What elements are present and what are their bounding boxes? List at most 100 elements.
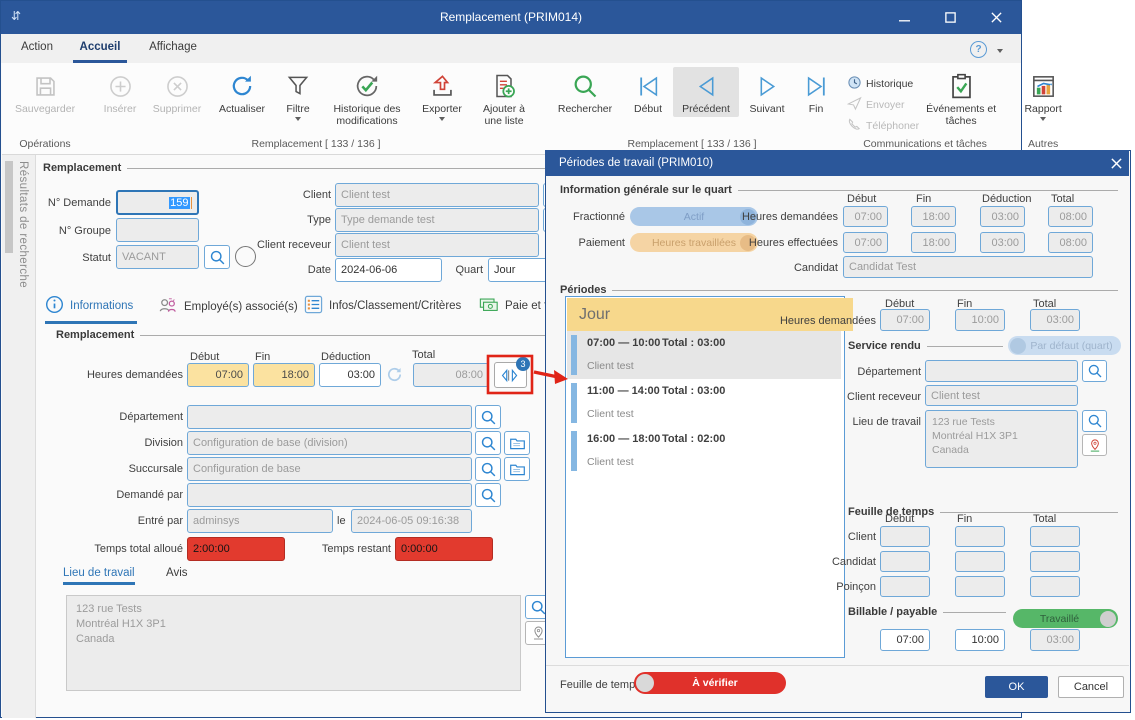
- delete-icon: [164, 69, 191, 103]
- statut-search-button[interactable]: [204, 245, 230, 269]
- le-label: le: [337, 515, 346, 527]
- toggle-knob: [1100, 611, 1116, 627]
- client-field: Client test: [335, 183, 539, 207]
- pd-total-field: 03:00: [1030, 309, 1080, 331]
- filter-button[interactable]: Filtre: [275, 67, 321, 123]
- minimize-button[interactable]: [881, 1, 927, 34]
- money-icon: [479, 295, 499, 317]
- refresh-icon: [228, 69, 256, 103]
- refresh-button[interactable]: Actualiser: [209, 67, 275, 117]
- period-item-bar: [571, 431, 577, 471]
- search-button[interactable]: Rechercher: [547, 67, 623, 117]
- ok-button[interactable]: OK: [985, 676, 1048, 698]
- col-fin: Fin: [916, 193, 931, 205]
- ribbon-group-remplacement-1: Insérer Supprimer Actualiser Filtre: [92, 63, 540, 154]
- ft-client-total: [1030, 526, 1080, 547]
- departement-search-button[interactable]: [475, 405, 501, 429]
- col-deduction: Déduction: [982, 193, 1032, 205]
- subtab-avis[interactable]: Avis: [166, 567, 188, 579]
- heures-total-field: 08:00: [413, 363, 489, 387]
- ft-poincon-debut[interactable]: [880, 576, 930, 597]
- entre-par-field: adminsys: [187, 509, 333, 533]
- nav-last-button[interactable]: Fin: [795, 67, 837, 117]
- ft-client-fin[interactable]: [955, 526, 1005, 547]
- tab-employes-associes[interactable]: Employé(s) associé(s): [157, 295, 298, 318]
- sr-lieu-label: Lieu de travail: [841, 416, 921, 428]
- export-button[interactable]: Exporter: [413, 67, 471, 123]
- heures-fin-field[interactable]: 18:00: [253, 363, 315, 387]
- menu-tab-accueil[interactable]: Accueil: [73, 34, 127, 63]
- cancel-button[interactable]: Cancel: [1058, 676, 1124, 698]
- bp-debut-field[interactable]: 07:00: [880, 629, 930, 651]
- subtab-lieu-de-travail[interactable]: Lieu de travail: [63, 567, 135, 585]
- ft-candidat-total: [1030, 551, 1080, 572]
- sr-departement-search-button[interactable]: [1082, 360, 1107, 382]
- travaille-toggle[interactable]: Travaillé: [1013, 609, 1118, 628]
- nav-first-button[interactable]: Début: [623, 67, 673, 117]
- maximize-button[interactable]: [927, 1, 973, 34]
- ft-client-debut[interactable]: [880, 526, 930, 547]
- division-search-button[interactable]: [475, 431, 501, 455]
- nav-last-icon: [803, 69, 830, 103]
- period-list-item[interactable]: 11:00 — 14:00 Total : 03:00 Client test: [567, 379, 841, 427]
- sidebar-handle[interactable]: [5, 161, 13, 253]
- add-to-list-button[interactable]: Ajouter à une liste: [471, 67, 537, 129]
- no-demande-label: N° Demande: [21, 197, 111, 209]
- save-icon: [32, 69, 59, 103]
- succursale-search-button[interactable]: [475, 457, 501, 481]
- dialog-title: Périodes de travail (PRIM010): [559, 157, 713, 169]
- date-field[interactable]: 2024-06-06: [335, 258, 442, 282]
- menu-tab-affichage[interactable]: Affichage: [141, 34, 205, 63]
- nav-next-button[interactable]: Suivant: [739, 67, 795, 117]
- billable-payable-header: Billable / payable: [848, 606, 1006, 618]
- no-demande-field[interactable]: 159: [116, 190, 199, 215]
- division-folder-button[interactable]: [504, 431, 530, 455]
- menu-tab-action[interactable]: Action: [13, 34, 61, 63]
- temps-restant-label: Temps restant: [293, 543, 391, 555]
- paiement-label: Paiement: [560, 237, 625, 249]
- ft-poincon-fin[interactable]: [955, 576, 1005, 597]
- delete-button: Supprimer: [145, 67, 209, 117]
- ft-candidat-fin[interactable]: [955, 551, 1005, 572]
- close-button[interactable]: [973, 1, 1019, 34]
- sr-map-pin-button[interactable]: [1082, 434, 1107, 456]
- nav-previous-button[interactable]: Précédent: [673, 67, 739, 117]
- insert-button: Insérer: [95, 67, 145, 117]
- ft-candidat-debut[interactable]: [880, 551, 930, 572]
- heures-debut-field[interactable]: 07:00: [187, 363, 249, 387]
- bp-fin-field[interactable]: 10:00: [955, 629, 1005, 651]
- history-modifications-button[interactable]: Historique des modifications: [321, 67, 413, 129]
- dialog-close-button[interactable]: [1106, 153, 1126, 173]
- ribbon-group-autres: Rapport Autres: [1010, 63, 1076, 154]
- succursale-folder-button[interactable]: [504, 457, 530, 481]
- a-verifier-toggle[interactable]: À vérifier: [634, 672, 786, 694]
- tab-infos-classement-criteres[interactable]: Infos/Classement/Critères: [304, 295, 461, 317]
- sr-client-receveur-label: Client receveur: [838, 391, 921, 403]
- add-to-list-icon: [490, 69, 518, 103]
- departement-field[interactable]: [187, 405, 472, 429]
- sr-departement-field[interactable]: [925, 360, 1078, 382]
- history-button[interactable]: Historique: [847, 75, 919, 93]
- ft-client-label: Client: [820, 531, 876, 543]
- demande-par-search-button[interactable]: [475, 483, 501, 507]
- menu-bar: Action Accueil Affichage ?: [1, 34, 1021, 63]
- recalc-icon[interactable]: [385, 365, 404, 387]
- help-icon[interactable]: ?: [970, 41, 987, 58]
- no-groupe-field[interactable]: [116, 218, 199, 242]
- candidat-label: Candidat: [788, 262, 838, 274]
- heures-demandees-label: Heures demandées: [41, 369, 183, 381]
- phone-button: Téléphoner: [847, 117, 919, 135]
- period-list-item[interactable]: 16:00 — 18:00 Total : 02:00 Client test: [567, 427, 841, 475]
- events-tasks-button[interactable]: Événements et tâches: [919, 67, 1003, 129]
- type-field: Type demande test: [335, 208, 539, 232]
- tab-informations[interactable]: Informations: [45, 295, 137, 324]
- heures-deduction-field[interactable]: 03:00: [319, 363, 381, 387]
- sr-lieu-search-button[interactable]: [1082, 410, 1107, 432]
- demande-par-field[interactable]: [187, 483, 472, 507]
- chevron-down-icon[interactable]: [997, 49, 1003, 53]
- report-button[interactable]: Rapport: [1013, 67, 1073, 123]
- period-list-item[interactable]: 07:00 — 10:00 Total : 03:00 Client test: [567, 331, 841, 379]
- periodes-list: Jour 07:00 — 10:00 Total : 03:00 Client …: [565, 296, 845, 658]
- search-results-sidebar[interactable]: Résultats de recherche: [2, 155, 36, 718]
- pd-debut-field: 07:00: [880, 309, 930, 331]
